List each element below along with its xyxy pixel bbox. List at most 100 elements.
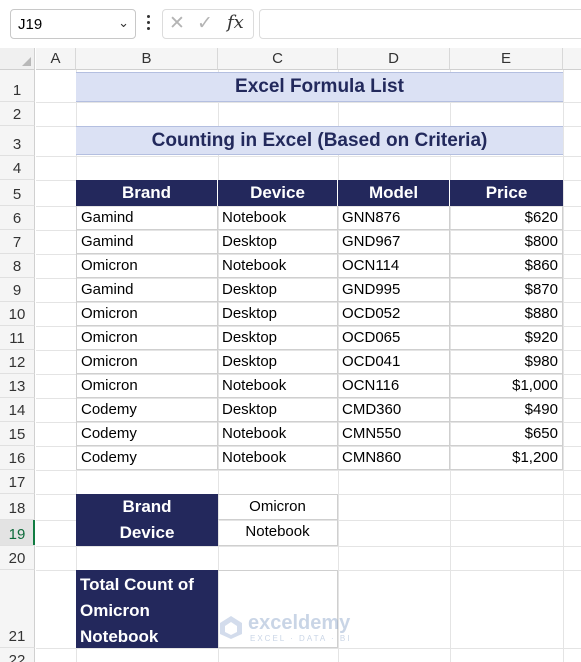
formula-input[interactable] bbox=[259, 9, 581, 39]
total-label-line-3: Notebook bbox=[80, 627, 159, 646]
table-cell-device[interactable]: Desktop bbox=[218, 302, 338, 326]
column-header-f[interactable] bbox=[563, 48, 581, 70]
table-cell-price[interactable]: $980 bbox=[450, 350, 563, 374]
column-header-c[interactable]: C bbox=[218, 48, 338, 70]
table-cell-device[interactable]: Desktop bbox=[218, 326, 338, 350]
table-cell-brand[interactable]: Gamind bbox=[76, 206, 218, 230]
row-header-20[interactable]: 20 bbox=[0, 546, 35, 570]
table-cell-price[interactable]: $920 bbox=[450, 326, 563, 350]
table-cell-price[interactable]: $650 bbox=[450, 422, 563, 446]
table-cell-brand[interactable]: Codemy bbox=[76, 446, 218, 470]
table-cell-brand[interactable]: Omicron bbox=[76, 350, 218, 374]
table-cell-device[interactable]: Desktop bbox=[218, 230, 338, 254]
row-header-4[interactable]: 4 bbox=[0, 156, 35, 180]
table-cell-device[interactable]: Notebook bbox=[218, 206, 338, 230]
criteria-brand-label[interactable]: Brand bbox=[76, 494, 218, 520]
sheet-subtitle[interactable]: Counting in Excel (Based on Criteria) bbox=[76, 126, 563, 155]
row-header-9[interactable]: 9 bbox=[0, 278, 35, 302]
table-header-device[interactable]: Device bbox=[218, 180, 338, 206]
table-cell-price[interactable]: $870 bbox=[450, 278, 563, 302]
row-header-11[interactable]: 11 bbox=[0, 326, 35, 350]
row-header-5[interactable]: 5 bbox=[0, 180, 35, 206]
table-cell-price[interactable]: $860 bbox=[450, 254, 563, 278]
row-header-1[interactable]: 1 bbox=[0, 70, 35, 102]
column-header-e[interactable]: E bbox=[450, 48, 563, 70]
row-header-22[interactable]: 22 bbox=[0, 648, 35, 662]
table-cell-device[interactable]: Notebook bbox=[218, 422, 338, 446]
table-cell-model[interactable]: OCD041 bbox=[338, 350, 450, 374]
table-header-price[interactable]: Price bbox=[450, 180, 563, 206]
exceldemy-watermark: exceldemy EXCEL · DATA · BI bbox=[218, 612, 368, 646]
row-header-14[interactable]: 14 bbox=[0, 398, 35, 422]
exceldemy-logo-icon bbox=[220, 616, 242, 639]
row-header-8[interactable]: 8 bbox=[0, 254, 35, 278]
table-cell-model[interactable]: CMN860 bbox=[338, 446, 450, 470]
table-cell-model[interactable]: OCN116 bbox=[338, 374, 450, 398]
check-icon[interactable]: ✓ bbox=[197, 12, 213, 35]
total-label-line-1: Total Count of bbox=[80, 575, 194, 594]
row-header-15[interactable]: 15 bbox=[0, 422, 35, 446]
table-cell-price[interactable]: $490 bbox=[450, 398, 563, 422]
name-box[interactable]: J19 ⌄ bbox=[10, 9, 136, 39]
total-count-label[interactable]: Total Count of Omicron Notebook bbox=[76, 570, 218, 648]
row-header-2[interactable]: 2 bbox=[0, 102, 35, 126]
total-label-line-2: Omicron bbox=[80, 601, 150, 620]
table-cell-brand[interactable]: Codemy bbox=[76, 422, 218, 446]
insert-function-icon[interactable]: fx bbox=[227, 12, 244, 33]
name-box-value: J19 bbox=[18, 16, 43, 33]
table-cell-brand[interactable]: Omicron bbox=[76, 326, 218, 350]
table-cell-brand[interactable]: Omicron bbox=[76, 254, 218, 278]
table-cell-brand[interactable]: Gamind bbox=[76, 230, 218, 254]
table-cell-device[interactable]: Desktop bbox=[218, 278, 338, 302]
table-cell-model[interactable]: GND995 bbox=[338, 278, 450, 302]
formula-bar: J19 ⌄ ✕ ✓ fx bbox=[0, 0, 581, 48]
table-cell-price[interactable]: $1,200 bbox=[450, 446, 563, 470]
column-header-b[interactable]: B bbox=[76, 48, 218, 70]
criteria-brand-value[interactable]: Omicron bbox=[218, 494, 338, 520]
table-cell-brand[interactable]: Omicron bbox=[76, 302, 218, 326]
row-header-3[interactable]: 3 bbox=[0, 126, 35, 156]
table-cell-model[interactable]: OCN114 bbox=[338, 254, 450, 278]
row-header-13[interactable]: 13 bbox=[0, 374, 35, 398]
row-header-18[interactable]: 18 bbox=[0, 494, 35, 520]
table-cell-price[interactable]: $880 bbox=[450, 302, 563, 326]
column-header-a[interactable]: A bbox=[36, 48, 76, 70]
row-header-17[interactable]: 17 bbox=[0, 470, 35, 494]
table-cell-brand[interactable]: Gamind bbox=[76, 278, 218, 302]
sheet-title[interactable]: Excel Formula List bbox=[76, 72, 563, 102]
row-header-12[interactable]: 12 bbox=[0, 350, 35, 374]
select-all-corner[interactable] bbox=[0, 48, 35, 70]
table-header-brand[interactable]: Brand bbox=[76, 180, 218, 206]
formula-controls: ✕ ✓ fx bbox=[162, 9, 254, 39]
table-cell-brand[interactable]: Codemy bbox=[76, 398, 218, 422]
watermark-name: exceldemy bbox=[248, 612, 351, 634]
table-cell-device[interactable]: Desktop bbox=[218, 350, 338, 374]
table-cell-brand[interactable]: Omicron bbox=[76, 374, 218, 398]
row-header-10[interactable]: 10 bbox=[0, 302, 35, 326]
table-cell-model[interactable]: OCD065 bbox=[338, 326, 450, 350]
criteria-device-value[interactable]: Notebook bbox=[218, 520, 338, 546]
more-options-icon[interactable] bbox=[143, 12, 153, 34]
table-header-model[interactable]: Model bbox=[338, 180, 450, 206]
table-cell-model[interactable]: CMN550 bbox=[338, 422, 450, 446]
criteria-device-label[interactable]: Device bbox=[76, 520, 218, 546]
column-header-d[interactable]: D bbox=[338, 48, 450, 70]
row-header-16[interactable]: 16 bbox=[0, 446, 35, 470]
row-header-19[interactable]: 19 bbox=[0, 520, 35, 546]
table-cell-model[interactable]: OCD052 bbox=[338, 302, 450, 326]
chevron-down-icon[interactable]: ⌄ bbox=[118, 15, 129, 31]
table-cell-device[interactable]: Notebook bbox=[218, 254, 338, 278]
row-header-6[interactable]: 6 bbox=[0, 206, 35, 230]
table-cell-device[interactable]: Notebook bbox=[218, 446, 338, 470]
close-icon[interactable]: ✕ bbox=[169, 12, 185, 35]
table-cell-device[interactable]: Desktop bbox=[218, 398, 338, 422]
table-cell-device[interactable]: Notebook bbox=[218, 374, 338, 398]
table-cell-price[interactable]: $800 bbox=[450, 230, 563, 254]
table-cell-model[interactable]: CMD360 bbox=[338, 398, 450, 422]
table-cell-model[interactable]: GND967 bbox=[338, 230, 450, 254]
table-cell-price[interactable]: $1,000 bbox=[450, 374, 563, 398]
row-header-7[interactable]: 7 bbox=[0, 230, 35, 254]
row-header-21[interactable]: 21 bbox=[0, 570, 35, 648]
table-cell-model[interactable]: GNN876 bbox=[338, 206, 450, 230]
table-cell-price[interactable]: $620 bbox=[450, 206, 563, 230]
